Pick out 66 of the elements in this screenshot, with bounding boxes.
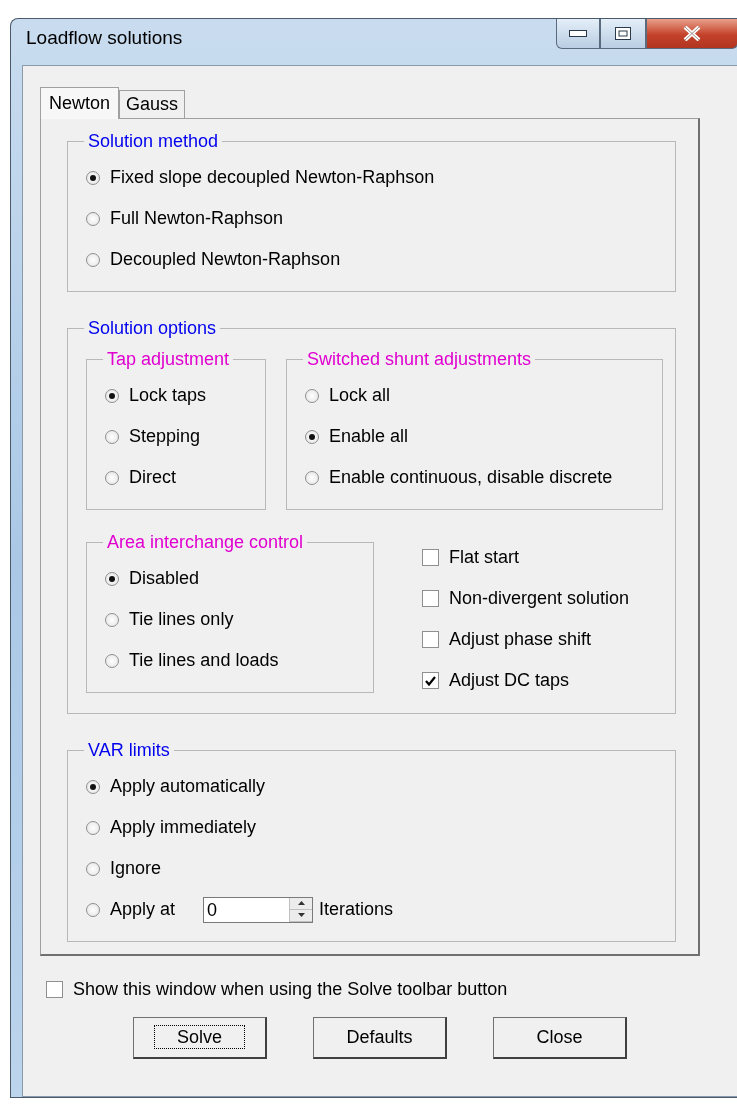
radio-button[interactable] xyxy=(86,861,100,876)
radio-button[interactable] xyxy=(105,429,119,444)
radio-button[interactable] xyxy=(86,170,100,185)
group-title: Tap adjustment xyxy=(106,349,231,370)
radio-label: Stepping xyxy=(129,426,201,447)
checkbox[interactable] xyxy=(422,590,439,607)
checkbox-label: Adjust DC taps xyxy=(449,670,570,691)
dialog-button[interactable]: Defaults xyxy=(313,1017,447,1059)
radio-label: Lock all xyxy=(329,385,391,406)
checkbox-label: Show this window when using the Solve toolbar button xyxy=(73,979,508,1000)
radio-label: Full Newton-Raphson xyxy=(110,208,284,229)
checkbox[interactable] xyxy=(422,631,439,648)
up-arrow-icon xyxy=(297,901,305,905)
radio-button[interactable] xyxy=(86,211,100,226)
radio-button[interactable] xyxy=(305,388,319,403)
radio-label: Ignore xyxy=(110,858,162,879)
radio-label: Apply at xyxy=(110,899,176,920)
checkbox-label: Adjust phase shift xyxy=(449,629,592,650)
group-title: Solution options xyxy=(87,318,218,339)
minimize-button[interactable] xyxy=(556,19,600,49)
group-title: Solution method xyxy=(87,131,220,152)
radio-label: Disabled xyxy=(129,568,200,589)
radio-button[interactable] xyxy=(86,252,100,267)
minimize-icon xyxy=(569,30,587,37)
group-title: VAR limits xyxy=(87,740,171,761)
radio-button[interactable] xyxy=(86,902,100,917)
radio-button[interactable] xyxy=(305,470,319,485)
spin-up-button[interactable] xyxy=(290,897,313,910)
radio-label: Enable continuous, disable discrete xyxy=(329,467,613,488)
radio-label: Enable all xyxy=(329,426,409,447)
group-title: Switched shunt adjustments xyxy=(306,349,533,370)
checkbox[interactable] xyxy=(422,549,439,566)
dialog-button[interactable]: Close xyxy=(493,1017,627,1059)
radio-label: Tie lines and loads xyxy=(129,650,279,671)
tab[interactable]: Gauss xyxy=(119,90,186,118)
maximize-button[interactable] xyxy=(600,19,646,49)
close-icon xyxy=(683,26,701,41)
radio-label: Decoupled Newton-Raphson xyxy=(110,249,341,270)
radio-button[interactable] xyxy=(105,653,119,668)
tab[interactable]: Newton xyxy=(40,87,120,119)
dialog-button[interactable]: Solve xyxy=(133,1017,267,1059)
close-button[interactable] xyxy=(646,19,737,49)
checkbox[interactable] xyxy=(46,981,63,998)
radio-button[interactable] xyxy=(105,470,119,485)
radio-button[interactable] xyxy=(105,388,119,403)
radio-button[interactable] xyxy=(86,779,100,794)
radio-label: Apply immediately xyxy=(110,817,257,838)
radio-button[interactable] xyxy=(105,612,119,627)
radio-label: Apply automatically xyxy=(110,776,266,797)
unit-label: Iterations xyxy=(319,899,394,920)
radio-button[interactable] xyxy=(86,820,100,835)
window-title: Loadflow solutions xyxy=(26,27,183,49)
maximize-icon xyxy=(615,27,631,40)
group-title: Area interchange control xyxy=(106,532,305,553)
spin-box[interactable]: 0 xyxy=(203,896,314,923)
checkbox[interactable] xyxy=(422,672,439,689)
radio-button[interactable] xyxy=(305,429,319,444)
down-arrow-icon xyxy=(297,913,305,917)
checkbox-label: Flat start xyxy=(449,547,519,568)
radio-label: Fixed slope decoupled Newton-Raphson xyxy=(110,167,435,188)
number-field[interactable]: 0 xyxy=(204,897,290,922)
radio-button[interactable] xyxy=(105,571,119,586)
radio-label: Lock taps xyxy=(129,385,207,406)
radio-label: Tie lines only xyxy=(129,609,234,630)
checkbox-label: Non-divergent solution xyxy=(449,588,630,609)
radio-label: Direct xyxy=(129,467,176,488)
